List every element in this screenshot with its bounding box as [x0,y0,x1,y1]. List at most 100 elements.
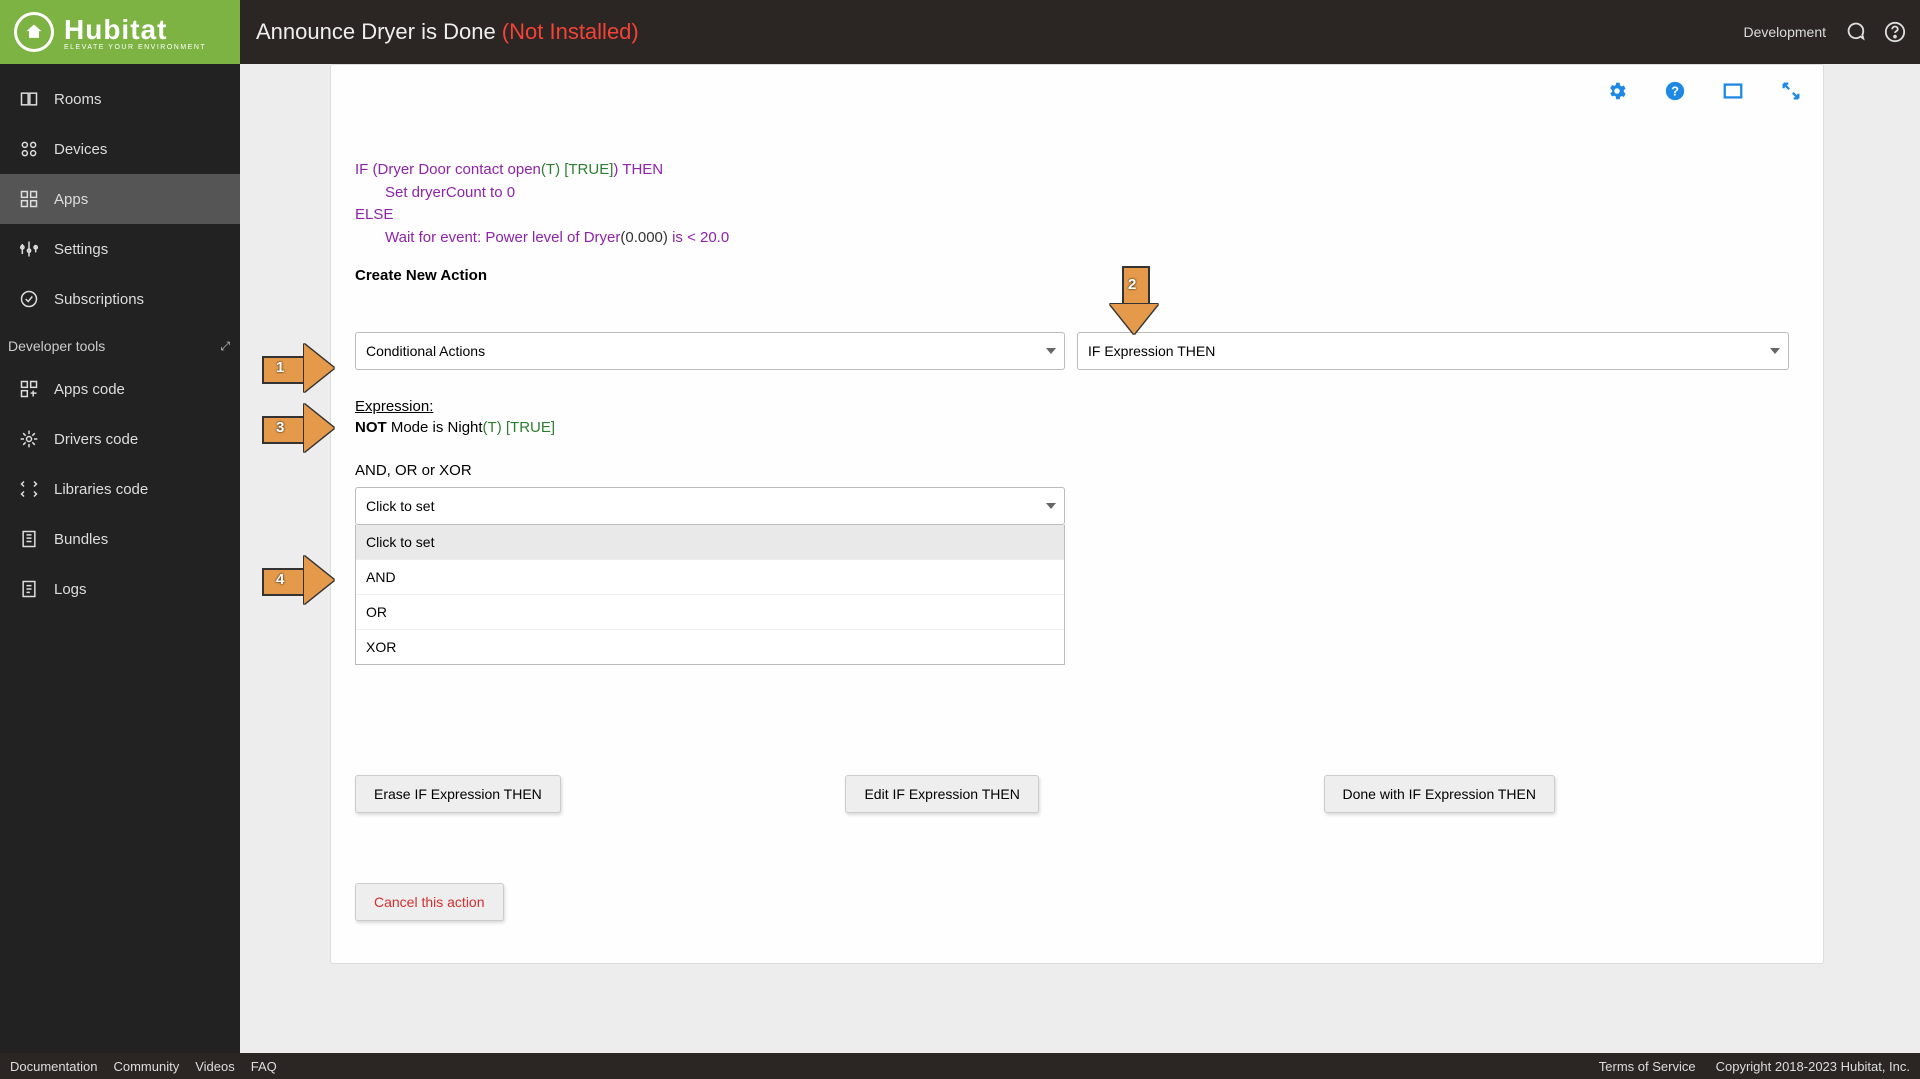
settings-icon [18,238,40,260]
select-value: Conditional Actions [366,343,485,359]
brand-logo[interactable]: Hubitat ELEVATE YOUR ENVIRONMENT [0,0,240,64]
code-text: ELSE [355,206,393,223]
sidebar-item-label: Subscriptions [54,291,144,308]
footer: Documentation Community Videos FAQ Terms… [0,1053,1920,1079]
developer-tools-label: Developer tools [8,338,105,354]
panel-toolbar: ? [1605,79,1803,103]
help-solid-icon[interactable]: ? [1663,79,1687,103]
select-value: IF Expression THEN [1088,343,1215,359]
code-text: ) THEN [613,161,663,178]
footer-link-tos[interactable]: Terms of Service [1599,1059,1696,1074]
erase-button[interactable]: Erase IF Expression THEN [355,775,561,813]
expand-icon[interactable] [1779,79,1803,103]
header-right: Development [1744,0,1907,64]
action-category-select[interactable]: Conditional Actions [355,332,1065,370]
expression-flag: (T) [TRUE] [483,419,556,436]
bundles-icon [18,528,40,550]
sidebar-item-devices[interactable]: Devices [0,124,240,174]
aox-select[interactable]: Click to set [355,487,1065,525]
annotation-arrow-1: 1 [262,344,340,392]
help-icon[interactable] [1884,21,1906,43]
sidebar-item-label: Libraries code [54,481,148,498]
aox-option-xor[interactable]: XOR [356,630,1064,664]
caret-down-icon [1770,348,1780,354]
page-title-status: (Not Installed) [502,19,639,44]
devices-icon [18,138,40,160]
sidebar-item-label: Logs [54,581,87,598]
sidebar-item-apps-code[interactable]: Apps code [0,364,240,414]
sidebar-item-bundles[interactable]: Bundles [0,514,240,564]
rule-code-block: IF (Dryer Door contact open(T) [TRUE]) T… [355,159,1799,249]
edit-button[interactable]: Edit IF Expression THEN [845,775,1038,813]
code-text: (T) [541,161,560,178]
expression-line: NOT Mode is Night(T) [TRUE] [355,419,1799,436]
sidebar-item-libraries-code[interactable]: Libraries code [0,464,240,514]
aox-option-clicktoset[interactable]: Click to set [356,525,1064,560]
expression-button-row: Erase IF Expression THEN Edit IF Express… [355,775,1555,813]
cancel-button[interactable]: Cancel this action [355,883,504,921]
window-icon[interactable] [1721,79,1745,103]
apps-code-icon [18,378,40,400]
sidebar-item-label: Rooms [54,91,102,108]
code-text: IF (Dryer Door contact open [355,161,541,178]
rooms-icon [18,88,40,110]
main-panel: ? IF (Dryer Door contact open(T) [TRUE])… [330,64,1824,964]
expression-label: Expression: [355,398,1799,415]
sidebar-item-label: Bundles [54,531,108,548]
subscriptions-icon [18,288,40,310]
drivers-code-icon [18,428,40,450]
action-select-row: Conditional Actions IF Expression THEN [355,332,1799,370]
footer-link-faq[interactable]: FAQ [251,1059,277,1074]
action-type-select[interactable]: IF Expression THEN [1077,332,1789,370]
apps-icon [18,188,40,210]
caret-down-icon [1046,503,1056,509]
collapse-icon[interactable]: ⤢ [220,339,230,354]
sidebar-item-label: Apps [54,191,88,208]
aox-dropdown: Click to set AND OR XOR [355,525,1065,665]
annotation-arrow-3: 3 [262,404,340,452]
sidebar-item-label: Devices [54,141,107,158]
page-title-text: Announce Dryer is Done [256,19,502,44]
code-text: (0.000) [620,229,672,246]
svg-text:?: ? [1671,84,1679,99]
sidebar-item-label: Drivers code [54,431,138,448]
done-button[interactable]: Done with IF Expression THEN [1324,775,1555,813]
sidebar-item-apps[interactable]: Apps [0,174,240,224]
header-env-label: Development [1744,24,1827,40]
sidebar-item-label: Apps code [54,381,125,398]
code-text: is < 20.0 [672,229,729,246]
gear-icon[interactable] [1605,79,1629,103]
page-title: Announce Dryer is Done (Not Installed) [256,19,639,45]
brand-name: Hubitat [64,14,206,46]
sidebar-item-subscriptions[interactable]: Subscriptions [0,274,240,324]
select-value: Click to set [366,498,434,514]
footer-link-community[interactable]: Community [113,1059,179,1074]
brand-sub: ELEVATE YOUR ENVIRONMENT [64,44,206,51]
create-action-heading: Create New Action [355,267,1799,284]
logs-icon [18,578,40,600]
expression-not: NOT [355,419,387,436]
sidebar-item-settings[interactable]: Settings [0,224,240,274]
code-text: [TRUE] [560,161,613,178]
caret-down-icon [1046,348,1056,354]
annotation-arrow-4: 4 [262,556,340,604]
sidebar-item-drivers-code[interactable]: Drivers code [0,414,240,464]
top-header: Hubitat ELEVATE YOUR ENVIRONMENT Announc… [0,0,1920,64]
footer-link-documentation[interactable]: Documentation [10,1059,97,1074]
sidebar: Rooms Devices Apps Settings Subscription… [0,64,240,1053]
footer-copyright: Copyright 2018-2023 Hubitat, Inc. [1716,1059,1910,1074]
chat-icon[interactable] [1844,21,1866,43]
brand-logo-icon [14,12,54,52]
footer-link-videos[interactable]: Videos [195,1059,235,1074]
aox-label: AND, OR or XOR [355,462,1799,479]
sidebar-item-logs[interactable]: Logs [0,564,240,614]
libraries-code-icon [18,478,40,500]
code-text: Wait for event: Power level of Dryer [385,229,620,246]
code-text: Set dryerCount to 0 [385,184,515,201]
developer-tools-header[interactable]: Developer tools ⤢ [0,324,240,364]
expression-body: Mode is Night [387,419,483,436]
aox-option-and[interactable]: AND [356,560,1064,595]
aox-option-or[interactable]: OR [356,595,1064,630]
sidebar-item-rooms[interactable]: Rooms [0,74,240,124]
sidebar-item-label: Settings [54,241,108,258]
